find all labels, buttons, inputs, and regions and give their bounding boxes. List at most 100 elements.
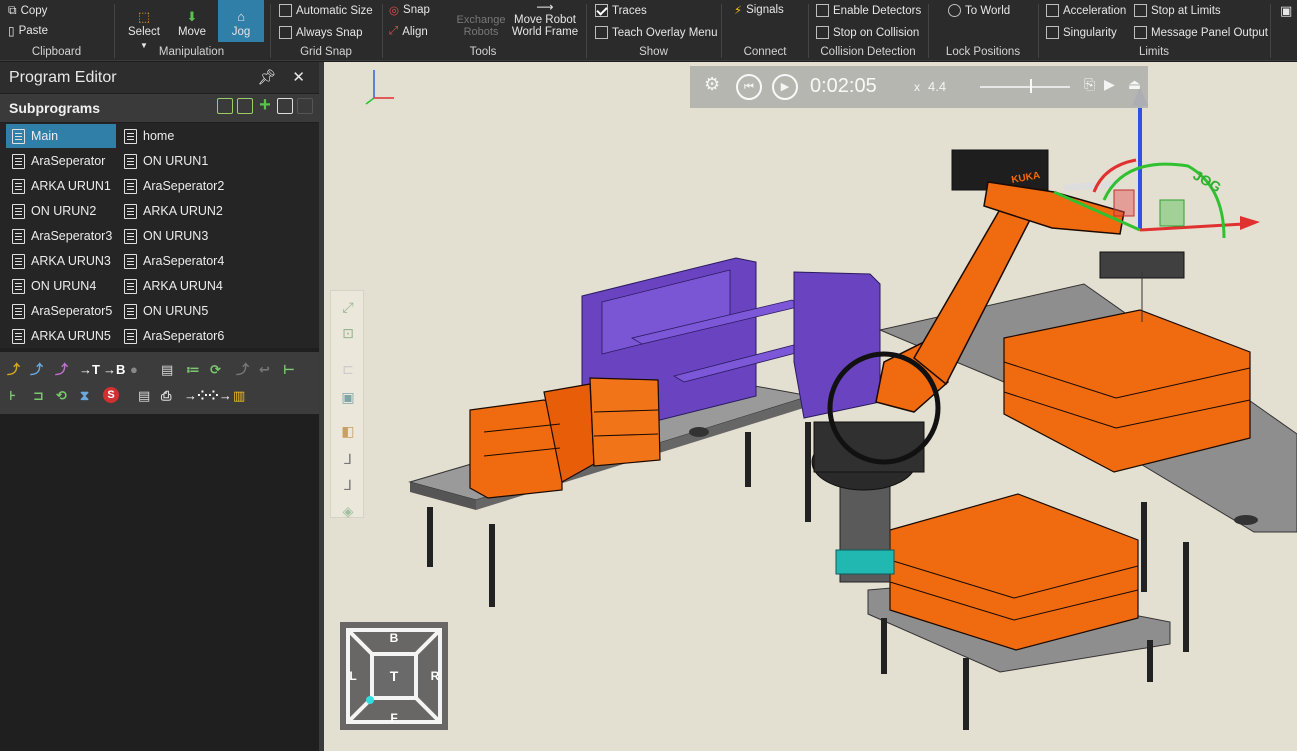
record-icon[interactable]: ●: [130, 362, 138, 378]
pin-icon[interactable]: 📌︎: [257, 68, 276, 86]
render-mode-icon[interactable]: ◈: [339, 503, 357, 519]
loop-icon[interactable]: ⟳: [210, 362, 221, 378]
subprogram-item[interactable]: AraSeperator5: [6, 299, 116, 323]
subprogram-label: AraSeperator2: [143, 179, 225, 193]
refresh-icon[interactable]: ⟲: [56, 388, 67, 404]
always-snap-checkbox[interactable]: Always Snap: [279, 26, 362, 39]
zoom-extents-icon[interactable]: ⤢: [339, 299, 357, 315]
window-panel-button[interactable]: ▣: [1280, 3, 1292, 19]
paste-button[interactable]: ▯ Paste: [8, 24, 48, 38]
navcube-bottom[interactable]: F: [390, 711, 397, 725]
view-toolbar: ⤢ ⊡ ⊏ ▣ ◧ ⅃ ⅃ ◈: [330, 290, 364, 519]
comment-icon[interactable]: ▤: [138, 388, 150, 404]
fit-selection-icon[interactable]: ⊡: [339, 325, 357, 341]
move-button[interactable]: ⬇ Move: [171, 0, 213, 42]
call-subprogram-icon[interactable]: ▤: [161, 362, 173, 378]
navcube-center[interactable]: T: [390, 668, 399, 684]
assign-icon[interactable]: ≔: [186, 362, 200, 378]
new-subprogram-icon[interactable]: [217, 98, 233, 114]
stop-at-limits-checkbox[interactable]: Stop at Limits: [1134, 4, 1221, 17]
signals-button[interactable]: ⚡ Signals: [734, 3, 784, 17]
wait-input-icon[interactable]: ⁘→: [208, 388, 232, 404]
while-icon[interactable]: ⊦: [9, 388, 16, 404]
close-icon[interactable]: ✕: [292, 68, 305, 86]
return-icon[interactable]: ↩: [259, 362, 270, 378]
tool-frame-icon[interactable]: →T: [79, 362, 100, 378]
world-frame-arrow-icon: ⟶: [536, 0, 554, 14]
subprogram-item[interactable]: ARKA URUN5: [6, 324, 116, 348]
gear-icon[interactable]: ⚙: [704, 74, 720, 95]
navcube-left[interactable]: L: [349, 669, 356, 683]
3d-viewport[interactable]: KUKA JOG ⚙ ⏮ ▶ 0:02:05 x 4.4 ⎘ ▶︎ ⏏ ⤢ ⊡ …: [324, 62, 1297, 751]
checkbox-icon: [279, 4, 292, 17]
subprogram-item[interactable]: AraSeperator2: [118, 174, 238, 198]
jog-button[interactable]: ⌂ Jog: [218, 0, 264, 42]
speed-slider[interactable]: [980, 86, 1070, 88]
message-panel-output-checkbox[interactable]: Message Panel Output: [1134, 26, 1268, 39]
video-camera-icon[interactable]: ▶︎: [1104, 76, 1115, 93]
subprogram-item[interactable]: ON URUN1: [118, 149, 238, 173]
copy-button[interactable]: ⧉ Copy: [8, 3, 47, 18]
program-statements-area[interactable]: [0, 414, 319, 751]
subprogram-item[interactable]: AraSeperator3: [6, 224, 116, 248]
frames-icon[interactable]: ⅃: [339, 451, 357, 467]
subprogram-item[interactable]: AraSeperator: [6, 149, 116, 173]
stop-icon[interactable]: S: [103, 387, 119, 403]
acceleration-checkbox[interactable]: Acceleration: [1046, 4, 1126, 17]
if-icon[interactable]: ⤴: [236, 362, 249, 378]
subprogram-item[interactable]: ARKA URUN2: [118, 199, 238, 223]
play-icon[interactable]: ▶: [772, 74, 798, 100]
delete-icon[interactable]: [297, 98, 313, 114]
subprogram-item[interactable]: ON URUN2: [6, 199, 116, 223]
copy-subprogram-icon[interactable]: [277, 98, 293, 114]
base-frame-icon[interactable]: →B: [103, 362, 125, 378]
stop-on-collision-checkbox[interactable]: Stop on Collision: [816, 26, 919, 39]
speed-slider-handle[interactable]: [1030, 79, 1032, 93]
subprogram-item[interactable]: ARKA URUN4: [118, 274, 238, 298]
halt-icon[interactable]: ⊐: [33, 388, 44, 404]
navcube-top[interactable]: B: [390, 631, 399, 645]
move-robot-world-frame-button[interactable]: ⟶ Move Robot World Frame: [511, 0, 579, 42]
subprogram-item[interactable]: ON URUN3: [118, 224, 238, 248]
to-world-radio[interactable]: To World: [948, 4, 1010, 17]
linear-motion-icon[interactable]: ⤴: [30, 362, 43, 378]
snap-button[interactable]: ◎ Snap: [389, 3, 430, 17]
subprogram-item[interactable]: AraSeperator6: [118, 324, 238, 348]
dimensions-icon[interactable]: ⅃: [339, 477, 357, 493]
rewind-icon[interactable]: ⏮: [736, 74, 762, 100]
pdf-export-icon[interactable]: ⎘: [1084, 76, 1095, 93]
circular-motion-icon[interactable]: ⤴: [55, 362, 68, 378]
vr-icon[interactable]: ⏏: [1128, 76, 1141, 93]
wait-icon[interactable]: ⧗: [80, 388, 89, 404]
subprogram-list: Main home AraSeperator ON URUN1 ARKA URUN1 Ar…: [0, 123, 319, 348]
navcube-right[interactable]: R: [431, 669, 440, 683]
align-button[interactable]: ⤢ Align: [389, 25, 428, 38]
cube-orientation-icon[interactable]: ◧: [339, 423, 357, 439]
set-output-icon[interactable]: →⁘: [184, 388, 208, 404]
print-icon[interactable]: ⎙: [161, 388, 171, 404]
exchange-robots-button[interactable]: Exchange Robots: [455, 0, 507, 42]
grid-snap-group: Automatic Size Always Snap Grid Snap: [271, 0, 381, 61]
subprogram-item[interactable]: Main: [6, 124, 116, 148]
import-subprogram-icon[interactable]: [237, 98, 253, 114]
subprogram-item[interactable]: ARKA URUN3: [6, 249, 116, 273]
branch-icon[interactable]: ⊢: [283, 362, 295, 378]
statistics-icon[interactable]: ▥: [233, 388, 245, 404]
singularity-checkbox[interactable]: Singularity: [1046, 26, 1117, 39]
traces-checkbox[interactable]: Traces: [595, 4, 647, 17]
subprogram-item[interactable]: AraSeperator4: [118, 249, 238, 273]
subprogram-item[interactable]: home: [118, 124, 238, 148]
enable-detectors-checkbox[interactable]: Enable Detectors: [816, 4, 921, 17]
add-icon[interactable]: +: [257, 95, 273, 115]
ptp-motion-icon[interactable]: ⤴: [7, 362, 20, 378]
teach-overlay-menu-checkbox[interactable]: Teach Overlay Menu: [595, 26, 717, 39]
select-button[interactable]: ⬚ Select ▼: [123, 0, 165, 51]
automatic-size-checkbox[interactable]: Automatic Size: [279, 4, 373, 17]
subprogram-item[interactable]: ARKA URUN1: [6, 174, 116, 198]
section-icon[interactable]: ⊏: [339, 361, 357, 377]
subprogram-label: AraSeperator6: [143, 329, 225, 343]
navigation-cube[interactable]: B L T R F: [340, 622, 448, 730]
box-view-icon[interactable]: ▣: [339, 389, 357, 405]
subprogram-item[interactable]: ON URUN5: [118, 299, 238, 323]
subprogram-item[interactable]: ON URUN4: [6, 274, 116, 298]
